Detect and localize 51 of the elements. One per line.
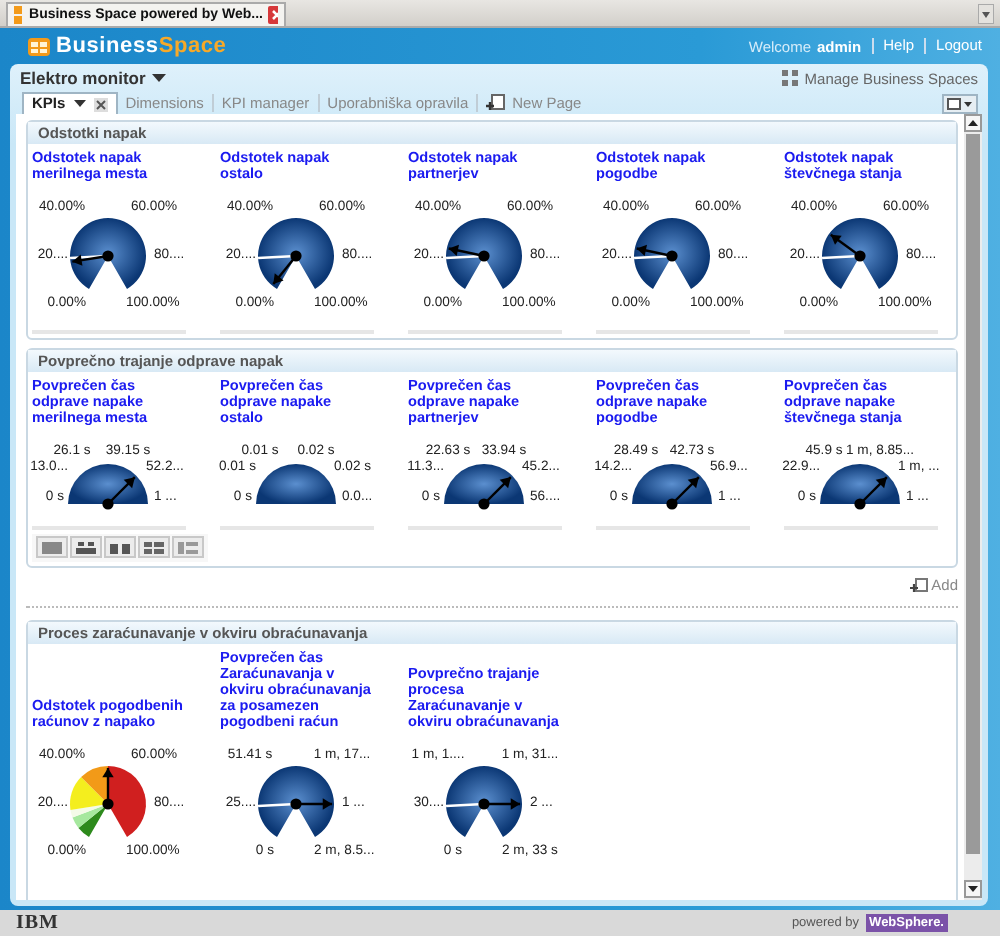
gauge-dial	[68, 464, 148, 504]
gauge-dial	[70, 218, 146, 289]
layout-icon	[110, 541, 130, 553]
gauge-dial	[632, 464, 712, 504]
gauge-needle	[478, 798, 521, 810]
gauge-dial	[634, 218, 710, 289]
layout-icon	[76, 541, 96, 553]
gauge-dial	[822, 218, 898, 289]
space-title[interactable]: Elektro monitor	[20, 68, 146, 88]
logo-space: Space	[158, 34, 227, 58]
gauge-needle	[478, 476, 512, 510]
layout-button[interactable]	[36, 536, 68, 558]
gauge-needle	[854, 476, 888, 510]
layout-button[interactable]	[138, 536, 170, 558]
logo-business: Business	[56, 34, 159, 58]
layout-icon	[178, 541, 198, 553]
close-icon[interactable]	[93, 97, 108, 111]
gauge-dial	[444, 464, 524, 504]
layout-button[interactable]	[104, 536, 136, 558]
add-widget-icon	[909, 577, 928, 593]
ibm-logo: IBM	[16, 912, 59, 934]
layout-icon	[144, 541, 164, 553]
gauge-dial	[446, 766, 522, 837]
gauge-dial	[446, 218, 522, 289]
close-icon[interactable]	[268, 6, 278, 24]
layout-icon	[42, 541, 62, 553]
gauge-needle	[666, 476, 700, 510]
layout-button[interactable]	[70, 536, 102, 558]
gauge-dial	[70, 766, 146, 837]
gauge-dial	[820, 464, 900, 504]
caret-icon[interactable]	[151, 73, 166, 83]
caret-icon[interactable]	[73, 100, 86, 108]
gauge-needle	[272, 250, 302, 285]
add-page-icon	[486, 94, 507, 112]
page-menu-icon	[946, 97, 974, 111]
gauge-dial	[256, 464, 336, 504]
gauge-needle	[830, 233, 866, 262]
gauge-dial	[258, 766, 334, 837]
gauge-needle	[102, 476, 136, 510]
gauge-needle	[448, 244, 490, 262]
logo-icon	[28, 36, 50, 56]
gauge-dial	[258, 218, 334, 289]
page-menu-button[interactable]	[942, 94, 978, 114]
gauge-needle	[102, 767, 114, 810]
gauge-needle	[72, 250, 114, 266]
gauge-needle	[636, 244, 678, 262]
gauge-needle	[290, 798, 333, 810]
grid-icon	[782, 70, 799, 86]
app-icon	[14, 6, 24, 24]
tab-list-icon[interactable]	[978, 4, 994, 24]
scrollbar[interactable]	[964, 114, 982, 900]
